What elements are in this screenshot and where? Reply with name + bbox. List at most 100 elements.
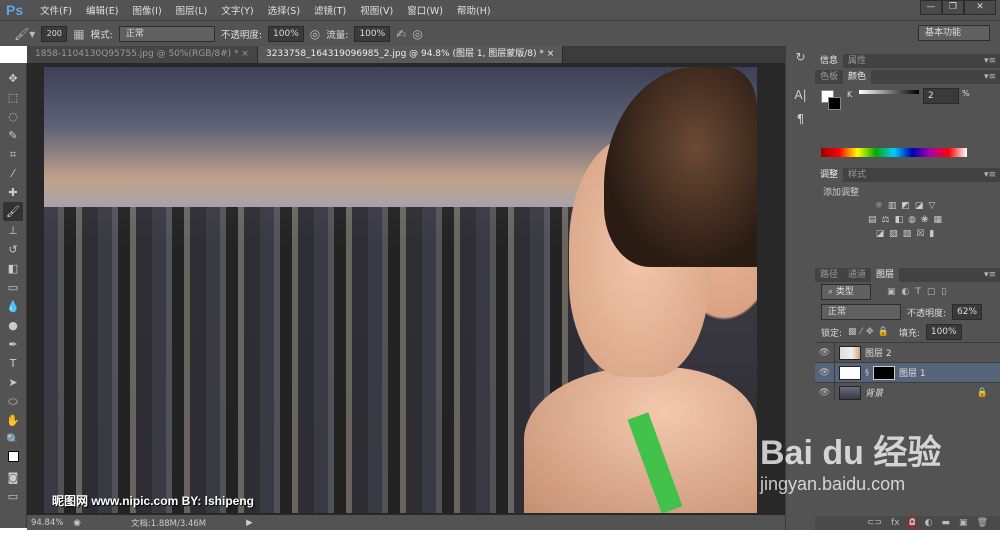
marquee-tool-icon[interactable]: ⬚ [3, 88, 23, 107]
mode-select[interactable]: 正常 [118, 25, 215, 42]
menu-select[interactable]: 选择(S) [261, 3, 307, 17]
lock-icons[interactable]: ▩⁄✥🔒 [848, 327, 893, 337]
tab-adjustments[interactable]: 调整 [815, 168, 844, 182]
visibility-eye-icon[interactable]: 👁 [815, 343, 835, 362]
pen-tool-icon[interactable]: ✒ [3, 335, 23, 354]
close-tab-icon[interactable]: × [241, 49, 249, 59]
history-icon[interactable]: ↻ [790, 50, 812, 70]
paragraph-icon[interactable]: ¶ [790, 112, 812, 132]
adjustment-layer-icon[interactable]: ◐ [925, 518, 933, 528]
panel-menu-icon[interactable]: ▾≡ [984, 168, 996, 182]
airbrush-icon[interactable]: ✍ [396, 27, 406, 41]
tab-color[interactable]: 颜色 [843, 70, 872, 84]
color-spectrum[interactable] [821, 148, 967, 157]
menu-type[interactable]: 文字(Y) [214, 3, 260, 17]
blend-mode-select[interactable]: 正常 [821, 304, 901, 320]
menu-file[interactable]: 文件(F) [33, 3, 79, 17]
shape-tool-icon[interactable]: ⬭ [3, 392, 23, 411]
add-mask-icon[interactable]: ◘ [907, 517, 917, 529]
tab-document-1[interactable]: 1858-1104130Q95755.jpg @ 50%(RGB/8#) * × [27, 46, 258, 63]
panel-menu-icon[interactable]: ▾≡ [984, 54, 996, 68]
brush-tool-icon[interactable]: 🖌▾ [14, 27, 35, 41]
layer-row-1[interactable]: 👁 § 图层 1 [815, 362, 1000, 382]
dodge-tool-icon[interactable]: ● [3, 316, 23, 335]
adjustment-icons-row-1[interactable]: ☼▥◩◪▽ [823, 201, 992, 211]
link-layers-icon[interactable]: ⊂⊃ [867, 518, 882, 528]
group-folder-icon[interactable]: ▬ [942, 518, 951, 528]
pressure-opacity-icon[interactable]: ◎ [310, 27, 320, 41]
pressure-size-icon[interactable]: ◎ [412, 27, 422, 41]
link-icon[interactable]: § [865, 368, 869, 377]
type-tool-icon[interactable]: T [3, 354, 23, 373]
adjustment-icons-row-3[interactable]: ◪▨▨☒▮ [823, 229, 992, 239]
flow-input[interactable]: 100% [354, 25, 391, 42]
layer-row-background[interactable]: 👁 背景 🔒 [815, 382, 1000, 402]
tab-channels[interactable]: 通道 [843, 268, 871, 282]
tab-properties[interactable]: 属性 [843, 54, 871, 68]
layer-row-2[interactable]: 👁 图层 2 [815, 342, 1000, 362]
eyedropper-tool-icon[interactable]: ⁄ [3, 164, 23, 183]
menu-filter[interactable]: 滤镜(T) [307, 3, 353, 17]
minimize-button[interactable]: — [920, 0, 942, 15]
character-icon[interactable]: A| [790, 88, 812, 108]
fill-input[interactable]: 100% [925, 324, 962, 340]
screen-mode-icon[interactable]: ▭ [3, 487, 23, 506]
gradient-tool-icon[interactable]: ▭ [3, 278, 23, 297]
layer-filter-select[interactable]: ⌕ 类型 [821, 284, 871, 300]
adjustment-icons-row-2[interactable]: ▤⚖◧◍❀▦ [823, 215, 992, 225]
menu-bar: Ps 文件(F) 编辑(E) 图像(I) 图层(L) 文字(Y) 选择(S) 滤… [0, 0, 1000, 20]
tab-info[interactable]: 信息 [815, 54, 844, 68]
move-tool-icon[interactable]: ✥ [3, 69, 23, 88]
new-layer-icon[interactable]: ▣ [959, 518, 968, 528]
eraser-tool-icon[interactable]: ◧ [3, 259, 23, 278]
close-button[interactable]: ✕ [964, 0, 996, 15]
color-swatches-icon[interactable] [3, 449, 23, 468]
quick-mask-icon[interactable]: ◙ [3, 468, 23, 487]
menu-view[interactable]: 视图(V) [353, 3, 400, 17]
crop-tool-icon[interactable]: ⌗ [3, 145, 23, 164]
tab-document-2[interactable]: 3233758_164319096985_2.jpg @ 94.8% (图层 1… [257, 46, 564, 63]
workspace-select[interactable]: 基本功能 [918, 25, 990, 41]
blur-tool-icon[interactable]: 💧 [3, 297, 23, 316]
menu-help[interactable]: 帮助(H) [450, 3, 498, 17]
brush-tool-icon[interactable]: 🖌 [3, 202, 23, 221]
tab-styles[interactable]: 样式 [843, 168, 871, 182]
layer-opacity-input[interactable]: 62% [952, 304, 983, 320]
brush-panel-icon[interactable]: ▦ [73, 27, 84, 41]
layer-mask-thumbnail[interactable] [873, 365, 895, 380]
background-color[interactable] [828, 97, 841, 110]
menu-layer[interactable]: 图层(L) [169, 3, 215, 17]
zoom-level[interactable]: 94.84% [31, 518, 63, 528]
zoom-tool-icon[interactable]: 🔍 [3, 430, 23, 449]
layer-thumbnail [839, 385, 861, 400]
visibility-eye-icon[interactable]: 👁 [815, 383, 835, 402]
k-value-input[interactable]: 2 [923, 88, 959, 104]
delete-layer-icon[interactable]: 🗑 [977, 518, 988, 528]
menu-image[interactable]: 图像(I) [125, 3, 168, 17]
history-brush-icon[interactable]: ↺ [3, 240, 23, 259]
stamp-tool-icon[interactable]: ⊥ [3, 221, 23, 240]
tab-layers[interactable]: 图层 [871, 268, 900, 282]
healing-tool-icon[interactable]: ✚ [3, 183, 23, 202]
tab-swatches[interactable]: 色板 [815, 70, 843, 84]
k-slider[interactable] [859, 90, 919, 94]
quick-select-tool-icon[interactable]: ✎ [3, 126, 23, 145]
layer-opacity-label: 不透明度: [907, 308, 947, 319]
layer-filter-icons[interactable]: ▣◐T▢▯ [887, 287, 952, 297]
panel-menu-icon[interactable]: ▾≡ [984, 268, 996, 282]
panel-menu-icon[interactable]: ▾≡ [984, 70, 996, 84]
hand-tool-icon[interactable]: ✋ [3, 411, 23, 430]
fx-icon[interactable]: fx [891, 518, 900, 528]
menu-window[interactable]: 窗口(W) [400, 3, 450, 17]
close-tab-icon[interactable]: × [547, 49, 555, 59]
status-menu-arrow-icon[interactable]: ▶ [246, 518, 253, 528]
path-select-tool-icon[interactable]: ➤ [3, 373, 23, 392]
restore-button[interactable]: ❐ [942, 0, 964, 15]
visibility-eye-icon[interactable]: 👁 [815, 363, 835, 382]
menu-edit[interactable]: 编辑(E) [79, 3, 125, 17]
lasso-tool-icon[interactable]: ◌ [3, 107, 23, 126]
brush-size-picker[interactable]: 200 [41, 25, 68, 42]
tab-paths[interactable]: 路径 [815, 268, 843, 282]
document-canvas[interactable]: 昵图网 www.nipic.com BY: lshipeng [44, 67, 757, 513]
opacity-input[interactable]: 100% [268, 25, 304, 42]
